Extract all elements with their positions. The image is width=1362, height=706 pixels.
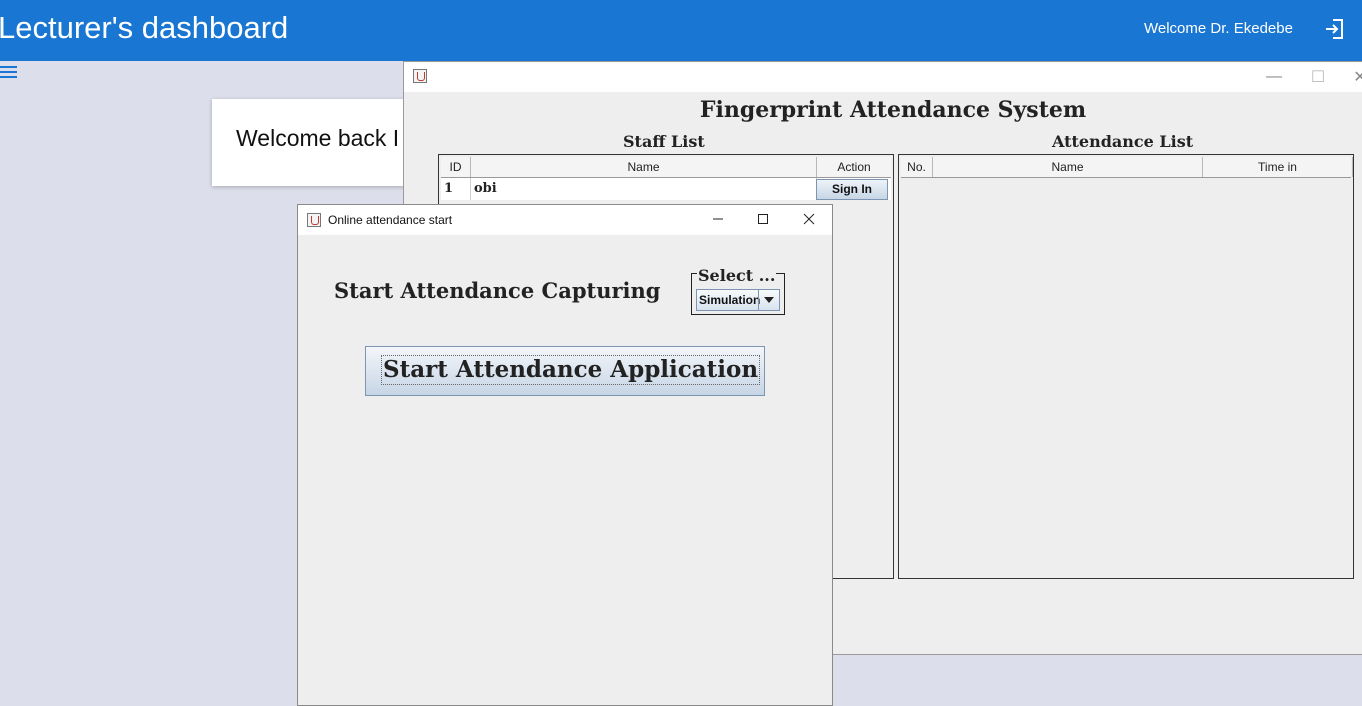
column-header-action[interactable]: Action — [817, 157, 891, 177]
dialog-title: Online attendance start — [328, 213, 453, 227]
attendance-list-panel: No. Name Time in — [898, 154, 1354, 579]
staff-table-header: ID Name Action — [441, 157, 891, 178]
staff-id-cell: 1 — [441, 178, 471, 200]
minimize-button[interactable]: — — [1264, 67, 1284, 87]
column-header-id[interactable]: ID — [441, 157, 471, 177]
select-legend: Select ... — [697, 266, 777, 285]
maximize-button[interactable]: ☐ — [1308, 67, 1328, 87]
close-button[interactable]: ✕ — [1350, 67, 1362, 87]
select-mode-group: Select ... Simulation — [691, 266, 785, 315]
logout-icon[interactable] — [1323, 17, 1347, 41]
welcome-card: Welcome back I — [212, 99, 432, 186]
system-title: Fingerprint Attendance System — [699, 97, 1087, 123]
minimize-button[interactable] — [708, 209, 728, 229]
window-titlebar: — ☐ ✕ — [404, 62, 1362, 92]
close-button[interactable] — [799, 209, 819, 229]
staff-list-title: Staff List — [623, 132, 705, 151]
page-title: Lecturer's dashboard — [0, 10, 289, 45]
start-attendance-button[interactable]: Start Attendance Application — [365, 346, 765, 396]
attendance-table-header: No. Name Time in — [901, 157, 1353, 178]
staff-name-cell: obi — [471, 178, 817, 200]
mode-select[interactable]: Simulation — [696, 289, 780, 311]
attendance-list-title: Attendance List — [1052, 132, 1194, 151]
column-header-no[interactable]: No. — [901, 157, 933, 177]
start-capturing-label: Start Attendance Capturing — [334, 278, 661, 303]
column-header-time-in[interactable]: Time in — [1203, 157, 1353, 177]
maximize-button[interactable] — [753, 209, 773, 229]
top-app-bar: Lecturer's dashboard Welcome Dr. Ekedebe — [0, 0, 1362, 61]
start-attendance-button-label: Start Attendance Application — [381, 355, 761, 385]
table-row[interactable]: 1 obi Sign In — [441, 178, 891, 200]
hamburger-menu-icon[interactable] — [0, 66, 18, 80]
column-header-name[interactable]: Name — [933, 157, 1203, 177]
dialog-titlebar: Online attendance start — [298, 205, 832, 235]
chevron-down-icon[interactable] — [758, 290, 779, 310]
welcome-user-text: Welcome Dr. Ekedebe — [1144, 20, 1293, 37]
welcome-back-text: Welcome back I — [236, 125, 400, 151]
mode-select-value: Simulation — [699, 293, 761, 307]
java-app-icon — [307, 213, 321, 227]
java-app-icon — [413, 69, 427, 83]
sign-in-button[interactable]: Sign In — [816, 179, 888, 200]
online-attendance-dialog: Online attendance start Start Attendance… — [297, 204, 833, 706]
column-header-name[interactable]: Name — [471, 157, 817, 177]
